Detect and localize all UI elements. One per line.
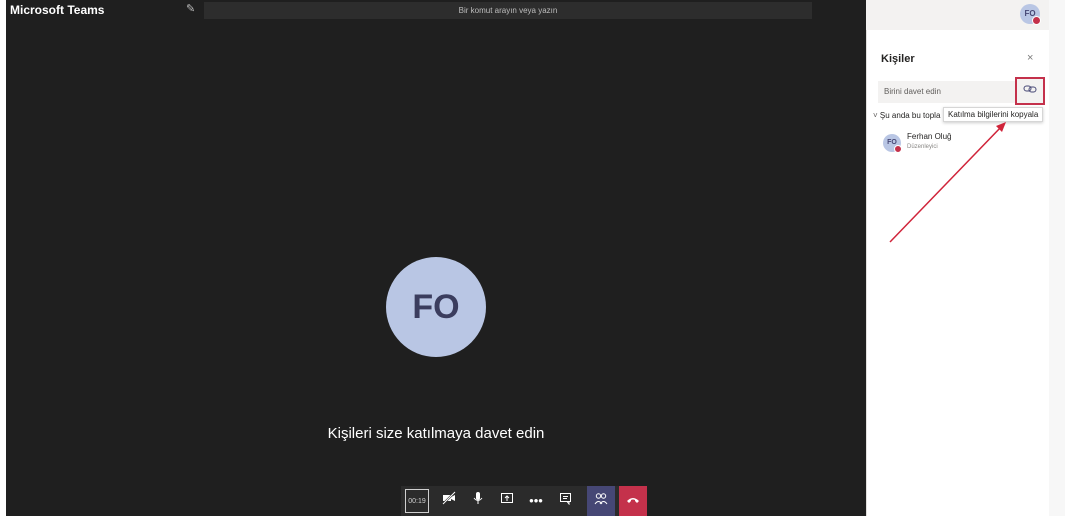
presence-busy-icon (1032, 16, 1041, 25)
title-bar: Microsoft Teams ✎ Bir komut arayın veya … (6, 0, 866, 21)
call-controls: 00:19 ••• (401, 486, 647, 516)
close-icon[interactable]: × (1027, 52, 1033, 64)
copy-join-info-button[interactable] (1015, 77, 1045, 105)
chevron-down-icon: ˅ (873, 111, 878, 120)
presence-busy-icon (894, 145, 902, 153)
user-avatar[interactable]: FO (1020, 4, 1041, 25)
share-screen-icon[interactable] (493, 486, 521, 516)
participants-icon[interactable] (587, 486, 615, 516)
command-search-input[interactable]: Bir komut arayın veya yazın (204, 2, 812, 19)
camera-off-icon[interactable] (435, 486, 463, 516)
teams-window: Microsoft Teams ✎ Bir komut arayın veya … (6, 0, 1050, 516)
stage-avatar: FO (386, 257, 486, 357)
participant-role: Düzenleyici (907, 144, 938, 150)
page-margin (1049, 0, 1065, 516)
participant-name: Ferhan Oluğ (907, 132, 952, 141)
call-stage: FO Kişileri size katılmaya davet edin (6, 21, 866, 516)
participant-row[interactable]: FO Ferhan Oluğ Düzenleyici (883, 132, 1043, 160)
people-panel: Kişiler × Birini davet edin ˅ Şu anda bu… (866, 30, 1050, 516)
new-chat-icon[interactable]: ✎ (186, 3, 198, 15)
chat-icon[interactable] (551, 486, 579, 516)
call-timer: 00:19 (405, 489, 429, 513)
invite-input[interactable]: Birini davet edin (878, 81, 1028, 103)
hang-up-icon[interactable] (619, 486, 647, 516)
panel-title: Kişiler (881, 53, 915, 65)
microphone-icon[interactable] (464, 486, 492, 516)
app-title: Microsoft Teams (10, 3, 105, 17)
avatar: FO (883, 134, 902, 153)
more-options-icon[interactable]: ••• (522, 486, 550, 516)
invite-message: Kişileri size katılmaya davet edin (327, 425, 545, 442)
section-label: Şu anda bu topla (879, 111, 941, 120)
tooltip: Katılma bilgilerini kopyala (943, 107, 1044, 122)
link-icon (1023, 85, 1037, 93)
section-in-meeting[interactable]: ˅ Şu anda bu topla (873, 111, 940, 120)
